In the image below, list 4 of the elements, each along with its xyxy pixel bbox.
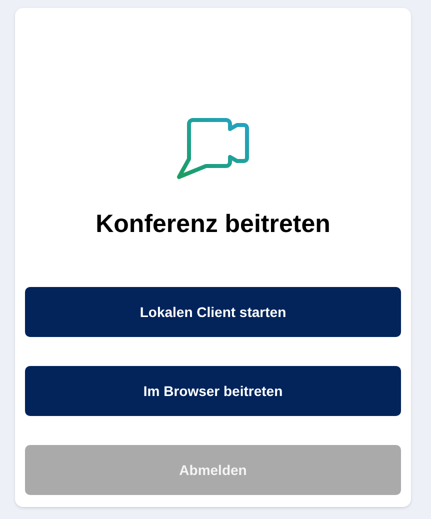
action-button[interactable]: Lokalen Client starten bbox=[25, 287, 401, 337]
dialog-title: Konferenz beitreten bbox=[96, 209, 330, 240]
chat-camera-icon bbox=[176, 117, 250, 182]
action-button[interactable]: Im Browser beitreten bbox=[25, 366, 401, 416]
